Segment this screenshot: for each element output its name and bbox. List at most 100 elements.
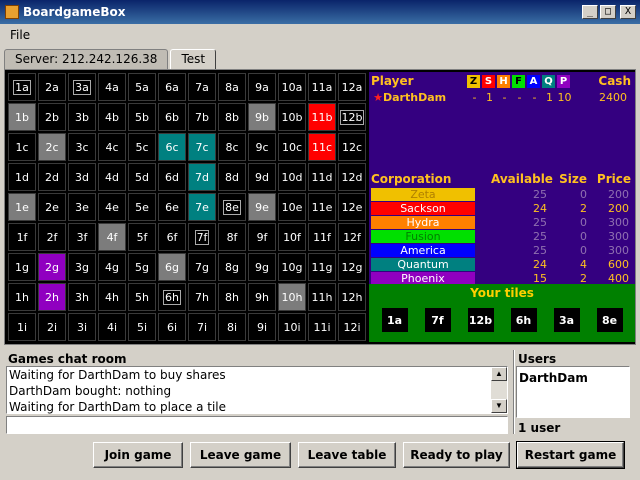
- board-cell[interactable]: 4c: [98, 133, 126, 161]
- board-cell[interactable]: 12i: [338, 313, 366, 341]
- board-cell[interactable]: 10e: [278, 193, 306, 221]
- board-cell[interactable]: 6h: [158, 283, 186, 311]
- user-item[interactable]: DarthDam: [519, 371, 627, 385]
- board-cell[interactable]: 10c: [278, 133, 306, 161]
- board-cell[interactable]: 4g: [98, 253, 126, 281]
- board-cell[interactable]: 4d: [98, 163, 126, 191]
- your-tile-button[interactable]: 3a: [553, 308, 580, 332]
- board-cell[interactable]: 5c: [128, 133, 156, 161]
- board-cell[interactable]: 8a: [218, 73, 246, 101]
- board-cell[interactable]: 12b: [338, 103, 366, 131]
- scroll-up-icon[interactable]: ▲: [491, 367, 507, 381]
- board-cell[interactable]: 11i: [308, 313, 336, 341]
- board-cell[interactable]: 11c: [308, 133, 336, 161]
- board-cell[interactable]: 1e: [8, 193, 36, 221]
- leave-game-button[interactable]: Leave game: [190, 442, 291, 468]
- board-cell[interactable]: 10h: [278, 283, 306, 311]
- menu-file[interactable]: File: [0, 28, 40, 42]
- board-cell[interactable]: 5e: [128, 193, 156, 221]
- board-cell[interactable]: 7g: [188, 253, 216, 281]
- board-cell[interactable]: 10g: [278, 253, 306, 281]
- board-cell[interactable]: 8f: [218, 223, 246, 251]
- your-tile-button[interactable]: 12b: [467, 308, 494, 332]
- board-cell[interactable]: 4a: [98, 73, 126, 101]
- board-cell[interactable]: 1i: [8, 313, 36, 341]
- board-cell[interactable]: 2e: [38, 193, 66, 221]
- board-cell[interactable]: 6i: [158, 313, 186, 341]
- board-cell[interactable]: 5g: [128, 253, 156, 281]
- board-cell[interactable]: 8i: [218, 313, 246, 341]
- board-cell[interactable]: 7f: [188, 223, 216, 251]
- board-cell[interactable]: 5d: [128, 163, 156, 191]
- board-cell[interactable]: 1d: [8, 163, 36, 191]
- board-cell[interactable]: 11d: [308, 163, 336, 191]
- board-cell[interactable]: 3e: [68, 193, 96, 221]
- board-cell[interactable]: 6b: [158, 103, 186, 131]
- board-cell[interactable]: 2c: [38, 133, 66, 161]
- board-cell[interactable]: 7d: [188, 163, 216, 191]
- board-cell[interactable]: 9d: [248, 163, 276, 191]
- board-cell[interactable]: 9c: [248, 133, 276, 161]
- board-cell[interactable]: 9a: [248, 73, 276, 101]
- chat-input[interactable]: [6, 416, 508, 434]
- board-cell[interactable]: 4f: [98, 223, 126, 251]
- board-cell[interactable]: 12h: [338, 283, 366, 311]
- board-cell[interactable]: 3h: [68, 283, 96, 311]
- board-cell[interactable]: 3c: [68, 133, 96, 161]
- board-cell[interactable]: 1a: [8, 73, 36, 101]
- board-cell[interactable]: 2i: [38, 313, 66, 341]
- ready-to-play-button[interactable]: Ready to play: [403, 442, 510, 468]
- restart-game-button[interactable]: Restart game: [516, 441, 625, 469]
- board-cell[interactable]: 9i: [248, 313, 276, 341]
- board-cell[interactable]: 12c: [338, 133, 366, 161]
- board-cell[interactable]: 9e: [248, 193, 276, 221]
- board-cell[interactable]: 8h: [218, 283, 246, 311]
- board-cell[interactable]: 10i: [278, 313, 306, 341]
- board-cell[interactable]: 3b: [68, 103, 96, 131]
- scroll-down-icon[interactable]: ▼: [491, 399, 507, 413]
- board-cell[interactable]: 8c: [218, 133, 246, 161]
- maximize-button[interactable]: □: [600, 5, 616, 19]
- board-cell[interactable]: 9f: [248, 223, 276, 251]
- board-cell[interactable]: 6e: [158, 193, 186, 221]
- board-cell[interactable]: 2b: [38, 103, 66, 131]
- chat-scrollbar[interactable]: ▲ ▼: [491, 367, 507, 413]
- board-cell[interactable]: 5b: [128, 103, 156, 131]
- board-cell[interactable]: 2h: [38, 283, 66, 311]
- board-cell[interactable]: 11f: [308, 223, 336, 251]
- board-cell[interactable]: 3a: [68, 73, 96, 101]
- board-cell[interactable]: 3i: [68, 313, 96, 341]
- board-cell[interactable]: 3f: [68, 223, 96, 251]
- tab-test[interactable]: Test: [170, 49, 217, 69]
- your-tile-button[interactable]: 8e: [596, 308, 623, 332]
- board-cell[interactable]: 8b: [218, 103, 246, 131]
- board-cell[interactable]: 5i: [128, 313, 156, 341]
- board-cell[interactable]: 7i: [188, 313, 216, 341]
- board-cell[interactable]: 7c: [188, 133, 216, 161]
- board-cell[interactable]: 3g: [68, 253, 96, 281]
- board-cell[interactable]: 12a: [338, 73, 366, 101]
- board-cell[interactable]: 11e: [308, 193, 336, 221]
- board-cell[interactable]: 4i: [98, 313, 126, 341]
- board-cell[interactable]: 12f: [338, 223, 366, 251]
- board-cell[interactable]: 6g: [158, 253, 186, 281]
- board-cell[interactable]: 6f: [158, 223, 186, 251]
- board-cell[interactable]: 7h: [188, 283, 216, 311]
- board-cell[interactable]: 1h: [8, 283, 36, 311]
- board-cell[interactable]: 5h: [128, 283, 156, 311]
- your-tile-button[interactable]: 6h: [510, 308, 537, 332]
- board-cell[interactable]: 2f: [38, 223, 66, 251]
- board-cell[interactable]: 7a: [188, 73, 216, 101]
- board-cell[interactable]: 7e: [188, 193, 216, 221]
- board-cell[interactable]: 9h: [248, 283, 276, 311]
- board-cell[interactable]: 10a: [278, 73, 306, 101]
- board-cell[interactable]: 11g: [308, 253, 336, 281]
- your-tile-button[interactable]: 7f: [424, 308, 451, 332]
- board-cell[interactable]: 12d: [338, 163, 366, 191]
- board-cell[interactable]: 2g: [38, 253, 66, 281]
- board-cell[interactable]: 4h: [98, 283, 126, 311]
- minimize-button[interactable]: _: [582, 5, 598, 19]
- close-button[interactable]: X: [620, 5, 636, 19]
- board-cell[interactable]: 2d: [38, 163, 66, 191]
- board-cell[interactable]: 12g: [338, 253, 366, 281]
